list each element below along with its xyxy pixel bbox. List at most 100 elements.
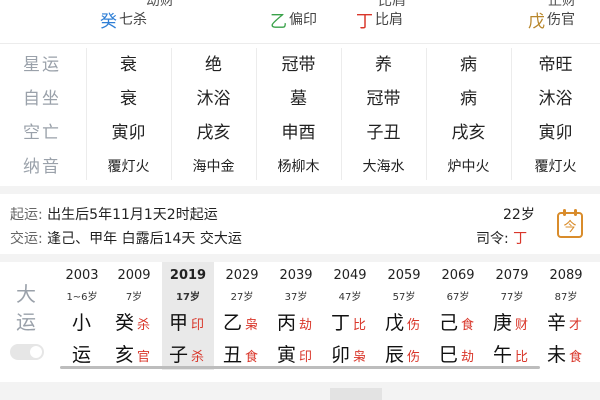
section-divider [0, 186, 600, 194]
dayun-stem-shishen: 劫 [299, 318, 313, 333]
pillar-detail-table: 星运 自坐 空亡 纳音 衰 绝 冠带 养 病 帝旺 衰 沐浴 墓 冠带 病 沐浴… [0, 44, 600, 184]
dayun-column[interactable]: 2049 47岁 丁 比 卯 枭 [324, 262, 376, 370]
dayun-column[interactable]: 2059 57岁 戊 伤 辰 伤 [378, 262, 430, 370]
dayun-branch-shishen: 比 [515, 350, 529, 365]
calendar-ring [574, 209, 577, 216]
dayun-year: 2089 [549, 268, 583, 283]
dayun-stem: 甲 [169, 312, 189, 334]
dayun-age: 67岁 [446, 292, 470, 303]
dayun-age: 77岁 [500, 292, 524, 303]
xingyun-cell: 帝旺 [538, 55, 573, 75]
dayun-stem: 丙 [277, 312, 297, 334]
dayun-year: 2069 [441, 268, 475, 283]
kongwang-cell: 戌亥 [196, 123, 231, 143]
tiangan-glyph: 癸 [100, 11, 117, 32]
dayun-label: 大 运 [6, 280, 46, 336]
shishen-cell: 癸 七杀 [100, 6, 147, 32]
tiangan-glyph: 乙 [270, 11, 287, 32]
dayun-label-bottom: 运 [16, 310, 36, 334]
current-age: 22岁 [503, 207, 535, 223]
horizontal-scrollbar[interactable] [60, 366, 540, 369]
dayun-stem: 辛 [547, 312, 567, 334]
dayun-branch-shishen: 官 [137, 350, 151, 365]
shishen-cell: 乙 偏印 [270, 6, 317, 32]
dayun-year: 2009 [117, 268, 151, 283]
dayun-age: 87岁 [554, 292, 578, 303]
dayun-branch: 子 [169, 344, 189, 366]
qiyun-label: 起运: [10, 207, 43, 223]
dayun-age: 17岁 [176, 292, 200, 303]
dayun-branch-shishen: 食 [569, 350, 583, 365]
zizuo-cell: 墓 [290, 89, 307, 109]
nayin-cell: 大海水 [362, 159, 405, 175]
kongwang-cell: 寅卯 [111, 123, 146, 143]
dayun-stem: 己 [439, 312, 459, 334]
dayun-age: 27岁 [230, 292, 254, 303]
xingyun-cell: 病 [460, 55, 477, 75]
dayun-column[interactable]: 2039 37岁 丙 劫 寅 印 [270, 262, 322, 370]
siling-line: 司令: 丁 [476, 228, 527, 248]
dayun-age: 1~6岁 [66, 292, 98, 303]
dayun-branch-shishen: 杀 [191, 350, 205, 365]
luck-info-panel: 起运: 出生后5年11月1天2时起运 交运: 逢己、甲年 白露后14天 交大运 … [0, 194, 600, 252]
shishen-label: 伤官 [547, 12, 575, 28]
dayun-column[interactable]: 2089 87岁 辛 才 未 食 [540, 262, 592, 370]
dayun-branch: 午 [493, 344, 513, 366]
tiangan-glyph: 戊 [528, 11, 545, 32]
dayun-stem-shishen: 伤 [407, 318, 421, 333]
partial-text: 劫财 [146, 0, 174, 9]
dayun-year: 2039 [279, 268, 313, 283]
dayun-branch: 亥 [115, 344, 135, 366]
dayun-stem-shishen: 比 [353, 318, 367, 333]
dayun-column[interactable]: 2009 7岁 癸 杀 亥 官 [108, 262, 160, 370]
dayun-label-top: 大 [16, 282, 36, 306]
qiyun-line: 起运: 出生后5年11月1天2时起运 [10, 204, 218, 224]
dayun-stem: 庚 [493, 312, 513, 334]
dayun-branch: 运 [72, 344, 92, 366]
shishen-cell: 丁 比肩 [356, 6, 403, 32]
dayun-stem: 小 [72, 312, 92, 334]
dayun-timeline: 大 运 2003 1~6岁 小 运 2009 7岁 癸 杀 亥 官 2019 1… [0, 262, 600, 380]
dayun-age: 7岁 [125, 292, 143, 303]
top-pillar-strip: 劫财 比肩 正财 癸 七杀 乙 偏印 丁 比肩 戊 伤官 [0, 0, 600, 44]
dayun-branch: 未 [547, 344, 567, 366]
calendar-today-button[interactable]: 今 [557, 209, 583, 238]
dayun-column[interactable]: 2069 67岁 己 食 巳 劫 [432, 262, 484, 370]
dayun-stem-shishen: 才 [569, 318, 583, 333]
calendar-icon: 今 [563, 220, 577, 235]
dayun-branch-shishen: 枭 [353, 350, 367, 365]
row-label-zizuo: 自坐 [23, 89, 61, 109]
kongwang-cell: 子丑 [366, 123, 401, 143]
jiaoyun-text: 逢己、甲年 白露后14天 交大运 [47, 231, 242, 247]
dayun-stem: 乙 [223, 312, 243, 334]
dayun-branch: 巳 [439, 344, 459, 366]
dayun-branch: 丑 [223, 344, 243, 366]
dayun-toggle[interactable] [10, 344, 44, 360]
dayun-column-current[interactable]: 2019 17岁 甲 印 子 杀 [162, 262, 214, 370]
bottom-partial-row [0, 382, 600, 400]
dayun-column[interactable]: 2003 1~6岁 小 运 [56, 262, 108, 370]
dayun-year: 2003 [65, 268, 99, 283]
dayun-age: 47岁 [338, 292, 362, 303]
calendar-ring [563, 209, 566, 216]
dayun-stem: 癸 [115, 312, 135, 334]
dayun-branch-shishen: 印 [299, 350, 313, 365]
section-divider [0, 254, 600, 262]
xingyun-cell: 衰 [120, 55, 137, 75]
dayun-stem-shishen: 杀 [137, 318, 151, 333]
jiaoyun-label: 交运: [10, 231, 43, 247]
dayun-stem-shishen: 财 [515, 318, 529, 333]
dayun-age: 57岁 [392, 292, 416, 303]
dayun-branch-shishen: 食 [245, 350, 259, 365]
dayun-year: 2059 [387, 268, 421, 283]
dayun-branch: 寅 [277, 344, 297, 366]
dayun-column[interactable]: 2029 27岁 乙 枭 丑 食 [216, 262, 268, 370]
dayun-column[interactable]: 2079 77岁 庚 财 午 比 [486, 262, 538, 370]
row-label-nayin: 纳音 [23, 157, 61, 177]
xingyun-cell: 绝 [205, 55, 222, 75]
dayun-age: 37岁 [284, 292, 308, 303]
nayin-cell: 覆灯火 [534, 159, 577, 175]
shishen-label: 七杀 [119, 12, 147, 28]
dayun-year: 2049 [333, 268, 367, 283]
dayun-stem-shishen: 枭 [245, 318, 259, 333]
